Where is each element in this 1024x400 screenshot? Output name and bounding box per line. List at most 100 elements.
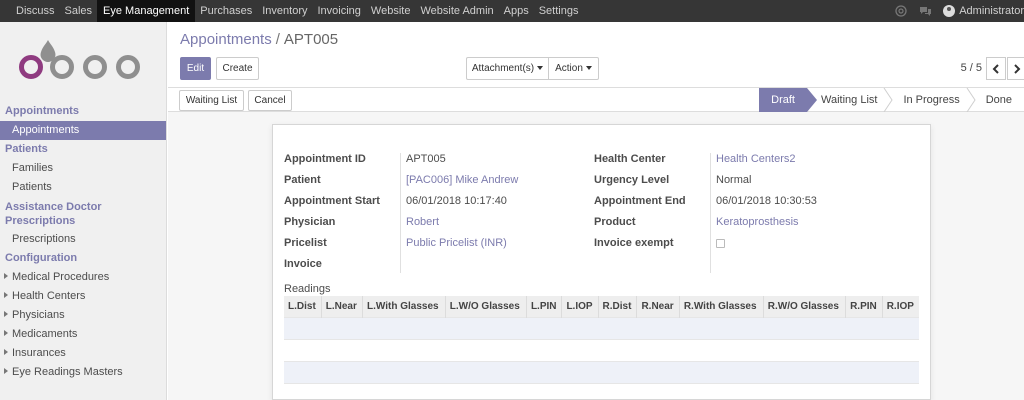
pager-counter[interactable]: 5 / 5 — [961, 62, 982, 74]
caret-right-icon — [4, 273, 8, 280]
attachments-button[interactable]: Attachment(s) — [466, 57, 549, 80]
sidebar-item-label: Insurances — [12, 347, 66, 359]
column-header-r-with-glasses[interactable]: R.With Glasses — [679, 296, 764, 317]
field-value-product[interactable]: Keratoprosthesis — [716, 216, 799, 237]
sidebar-item-medicaments[interactable]: Medicaments — [0, 325, 166, 344]
topmenu-apps[interactable]: Apps — [499, 0, 534, 22]
readings-label: Readings — [284, 283, 331, 295]
field-urgency-level: Urgency Level Normal — [594, 174, 817, 195]
sidebar-item-label: Families — [12, 162, 53, 174]
stage-label: In Progress — [903, 94, 960, 106]
field-value-health-center[interactable]: Health Centers2 — [716, 153, 796, 174]
sidebar-section-appointments[interactable]: Appointments — [0, 102, 166, 121]
sidebar-item-eye-readings-masters[interactable]: Eye Readings Masters — [0, 363, 166, 382]
stage-pipeline: Draft Waiting List In Progress Done — [759, 87, 1024, 113]
sidebar-item-label: Medicaments — [12, 328, 78, 340]
top-navbar: Discuss Sales Eye Management Purchases Inven… — [0, 0, 1024, 22]
sidebar-section-title-line: Prescriptions — [5, 215, 76, 227]
caret-right-icon — [4, 311, 8, 318]
field-invoice-exempt: Invoice exempt — [594, 237, 817, 258]
stage-label: Waiting List — [821, 94, 878, 106]
table-cell — [284, 382, 919, 400]
sidebar-item-health-centers[interactable]: Health Centers — [0, 287, 166, 306]
topmenu-discuss[interactable]: Discuss — [11, 0, 60, 22]
cancel-button[interactable]: Cancel — [248, 90, 292, 111]
field-value-physician[interactable]: Robert — [406, 216, 439, 237]
control-panel: Appointments / APT005 Edit Create Attachme… — [168, 22, 1024, 88]
field-appointment-id: Appointment ID APT005 — [284, 153, 518, 174]
column-header-r-w-o-glasses[interactable]: R.W/O Glasses — [763, 296, 847, 317]
column-header-r-dist[interactable]: R.Dist — [598, 296, 638, 317]
breadcrumb-parent[interactable]: Appointments — [180, 31, 272, 48]
column-header-l-with-glasses[interactable]: L.With Glasses — [362, 296, 446, 317]
field-label: Physician — [284, 216, 336, 228]
sidebar-item-families[interactable]: Families — [0, 159, 166, 178]
field-value-appointment-id: APT005 — [406, 153, 446, 165]
sidebar-item-patients[interactable]: Patients — [0, 178, 166, 197]
sidebar-section-configuration[interactable]: Configuration — [0, 249, 166, 268]
stage-done[interactable]: Done — [972, 88, 1024, 112]
sidebar-item-insurances[interactable]: Insurances — [0, 344, 166, 363]
user-avatar[interactable] — [943, 5, 956, 17]
column-header-l-iop[interactable]: L.IOP — [561, 296, 599, 317]
attachments-label: Attachment(s) — [471, 63, 535, 74]
sidebar-item-appointments[interactable]: Appointments — [0, 121, 166, 140]
sidebar-item-label: Eye Readings Masters — [12, 366, 123, 378]
user-menu[interactable]: Administrator — [959, 5, 1024, 17]
column-header-r-iop[interactable]: R.IOP — [882, 296, 919, 317]
odoo-logo[interactable] — [0, 22, 166, 102]
sidebar-item-prescriptions[interactable]: Prescriptions — [0, 230, 166, 249]
sidebar-item-physicians[interactable]: Physicians — [0, 306, 166, 325]
field-label: Pricelist — [284, 237, 327, 249]
column-header-r-near[interactable]: R.Near — [636, 296, 680, 317]
column-header-r-pin[interactable]: R.PIN — [845, 296, 883, 317]
sidebar-section-assistance-doctor-prescriptions[interactable]: Assistance Doctor Prescriptions — [0, 197, 166, 230]
field-value-pricelist[interactable]: Public Pricelist (INR) — [406, 237, 507, 258]
caret-right-icon — [4, 292, 8, 299]
stage-draft[interactable]: Draft — [759, 88, 817, 112]
field-label: Product — [594, 216, 636, 228]
stage-waiting-list[interactable]: Waiting List — [807, 87, 894, 113]
field-product: Product Keratoprosthesis — [594, 216, 817, 237]
chat-icon[interactable] — [919, 5, 932, 17]
field-value-patient[interactable]: [PAC006] Mike Andrew — [406, 174, 518, 195]
sidebar-item-medical-procedures[interactable]: Medical Procedures — [0, 268, 166, 287]
table-cell — [284, 360, 919, 383]
pager-next-button[interactable] — [1007, 57, 1024, 80]
field-label: Health Center — [594, 153, 666, 165]
pager-previous-button[interactable] — [986, 57, 1006, 80]
column-header-l-near[interactable]: L.Near — [321, 296, 363, 317]
column-header-l-dist[interactable]: L.Dist — [284, 296, 322, 317]
column-header-l-pin[interactable]: L.PIN — [526, 296, 563, 317]
topmenu-invoicing[interactable]: Invoicing — [313, 0, 366, 22]
topmenu-settings[interactable]: Settings — [534, 0, 584, 22]
action-button[interactable]: Action — [548, 57, 599, 80]
topmenu-sales[interactable]: Sales — [60, 0, 98, 22]
topmenu-eye-management[interactable]: Eye Management — [97, 0, 196, 22]
invoice-exempt-checkbox[interactable] — [716, 239, 725, 248]
field-label: Invoice exempt — [594, 237, 674, 249]
column-header-l-w-o-glasses[interactable]: L.W/O Glasses — [445, 296, 527, 317]
sidebar-item-label: Medical Procedures — [12, 271, 110, 283]
column-divider — [710, 153, 711, 273]
stage-in-progress[interactable]: In Progress — [889, 87, 976, 113]
breadcrumb-separator: / — [275, 31, 280, 48]
sidebar-section-patients[interactable]: Patients — [0, 140, 166, 159]
field-label: Invoice — [284, 258, 322, 270]
column-divider — [400, 153, 401, 273]
topmenu-purchases[interactable]: Purchases — [195, 0, 257, 22]
caret-right-icon — [4, 368, 8, 375]
caret-down-icon — [537, 66, 544, 71]
sidebar-item-label: Health Centers — [12, 290, 86, 302]
activity-icon[interactable] — [895, 5, 907, 17]
field-label: Appointment ID — [284, 153, 366, 165]
topmenu-website[interactable]: Website — [366, 0, 416, 22]
table-row — [284, 338, 919, 361]
sidebar-menu: Appointments Appointments Patients Families… — [0, 102, 166, 382]
topmenu-inventory[interactable]: Inventory — [257, 0, 312, 22]
edit-button[interactable]: Edit — [180, 57, 211, 80]
topmenu-website-admin[interactable]: Website Admin — [415, 0, 498, 22]
waiting-list-button[interactable]: Waiting List — [179, 90, 244, 111]
field-label: Urgency Level — [594, 174, 670, 186]
create-button[interactable]: Create — [216, 57, 259, 80]
